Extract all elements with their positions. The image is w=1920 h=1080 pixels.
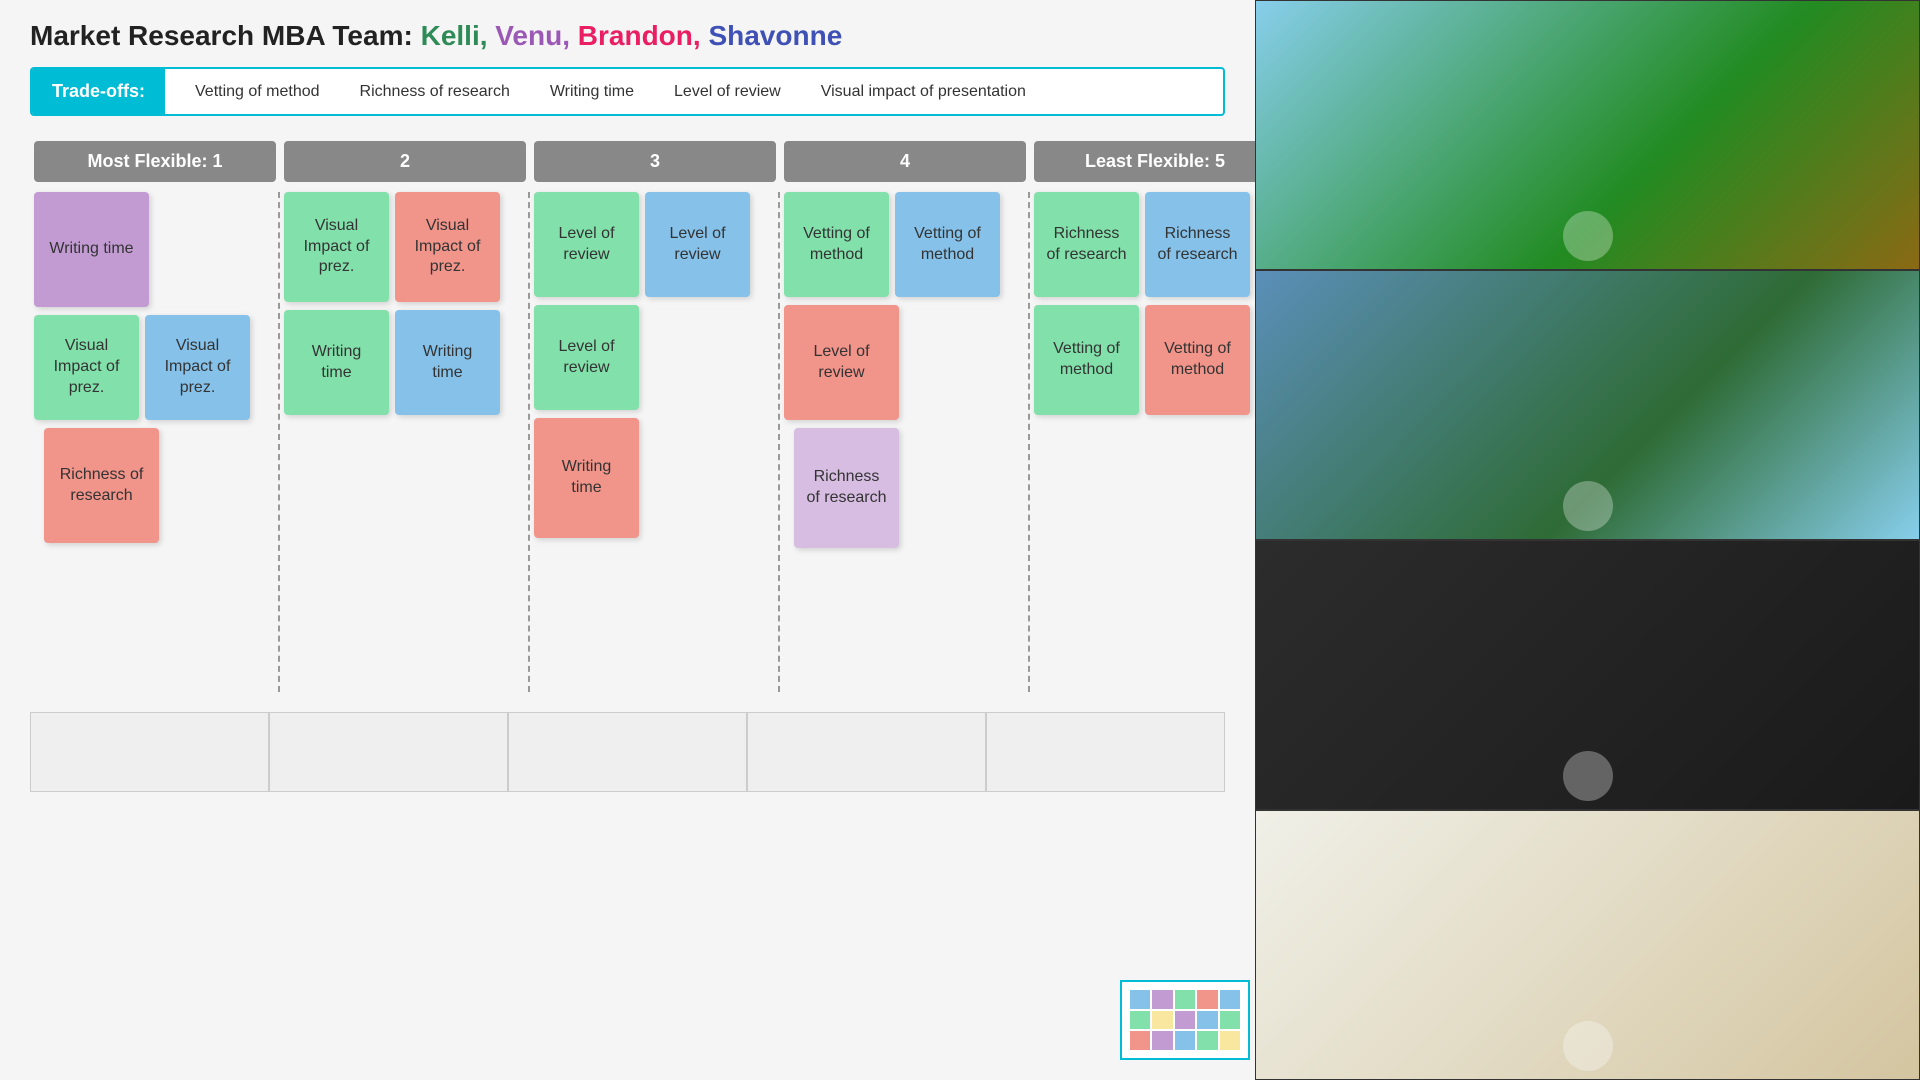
bottom-cell-2	[269, 712, 508, 792]
bottom-cell-1	[30, 712, 269, 792]
tradeoff-item-3: Writing time	[550, 83, 634, 101]
card-richness-col5a: Richness of research	[1034, 192, 1139, 297]
tradeoff-item-1: Vetting of method	[195, 83, 320, 101]
col3-row3: Writing time	[534, 418, 774, 538]
cards-area: Writing time Visual Impact of prez. Visu…	[30, 192, 1225, 692]
video-tile-3	[1255, 540, 1920, 810]
bottom-cell-4	[747, 712, 986, 792]
col-header-1: Most Flexible: 1	[34, 141, 276, 182]
col-header-5: Least Flexible: 5	[1034, 141, 1276, 182]
bottom-cell-3	[508, 712, 747, 792]
slide-thumbnail[interactable]	[1120, 980, 1250, 1060]
col1-row2: Visual Impact of prez. Visual Impact of …	[34, 315, 274, 420]
card-visual-impact-col2a: Visual Impact of prez.	[284, 192, 389, 302]
thumb-cell	[1175, 1011, 1195, 1030]
card-visual-impact-col1a: Visual Impact of prez.	[34, 315, 139, 420]
thumb-cell	[1152, 1011, 1172, 1030]
thumb-cell	[1220, 1011, 1240, 1030]
column-4: Vetting of method Vetting of method Leve…	[780, 192, 1030, 692]
name-brandon: Brandon,	[578, 20, 701, 51]
col5-row1: Richness of research Richness of researc…	[1034, 192, 1276, 297]
col4-row2: Level of review	[784, 305, 1024, 420]
tradeoffs-bar: Trade-offs: Vetting of method Richness o…	[30, 67, 1225, 116]
name-kelli: Kelli,	[421, 20, 488, 51]
bottom-cell-5	[986, 712, 1225, 792]
card-writing-time-col1: Writing time	[34, 192, 149, 307]
card-visual-impact-col1b: Visual Impact of prez.	[145, 315, 250, 420]
card-visual-impact-col2b: Visual Impact of prez.	[395, 192, 500, 302]
col4-row3: Richness of research	[784, 428, 1024, 548]
thumb-cell	[1197, 1011, 1217, 1030]
col2-row1: Visual Impact of prez. Visual Impact of …	[284, 192, 524, 302]
card-writing-time-col2a: Writing time	[284, 310, 389, 415]
page-title: Market Research MBA Team: Kelli, Venu, B…	[30, 20, 1225, 52]
thumbnail-grid	[1130, 990, 1240, 1050]
video-tile-4	[1255, 810, 1920, 1080]
column-5: Richness of research Richness of researc…	[1030, 192, 1280, 692]
column-2: Visual Impact of prez. Visual Impact of …	[280, 192, 530, 692]
tradeoffs-items: Vetting of method Richness of research W…	[165, 71, 1056, 113]
col-header-4: 4	[784, 141, 1026, 182]
card-vetting-col4a: Vetting of method	[784, 192, 889, 297]
person-icon-4	[1563, 1021, 1613, 1071]
card-richness-col4: Richness of research	[794, 428, 899, 548]
video-panel	[1255, 0, 1920, 1080]
title-prefix: Market Research MBA Team:	[30, 20, 413, 51]
card-level-review-col3b: Level of review	[645, 192, 750, 297]
col3-row1: Level of review Level of review	[534, 192, 774, 297]
tradeoff-item-2: Richness of research	[360, 83, 510, 101]
thumb-cell	[1152, 1031, 1172, 1050]
thumb-cell	[1130, 1011, 1150, 1030]
thumb-cell	[1175, 1031, 1195, 1050]
col-header-3: 3	[534, 141, 776, 182]
tradeoff-item-4: Level of review	[674, 83, 781, 101]
person-icon-1	[1563, 211, 1613, 261]
card-writing-time-col3: Writing time	[534, 418, 639, 538]
thumb-cell	[1220, 1031, 1240, 1050]
thumb-cell	[1130, 990, 1150, 1009]
col1-row3: Richness of research	[34, 428, 274, 543]
video-tile-2	[1255, 270, 1920, 540]
thumb-cell	[1130, 1031, 1150, 1050]
col-header-2: 2	[284, 141, 526, 182]
card-level-review-col3c: Level of review	[534, 305, 639, 410]
thumb-cell	[1175, 990, 1195, 1009]
card-vetting-col4b: Vetting of method	[895, 192, 1000, 297]
tradeoffs-label: Trade-offs:	[32, 69, 165, 114]
card-vetting-col5a: Vetting of method	[1034, 305, 1139, 415]
col3-row2: Level of review	[534, 305, 774, 410]
col2-row2: Writing time Writing time	[284, 310, 524, 415]
person-icon-2	[1563, 481, 1613, 531]
card-level-review-col3a: Level of review	[534, 192, 639, 297]
col5-row2: Vetting of method Vetting of method	[1034, 305, 1276, 415]
thumb-cell	[1197, 1031, 1217, 1050]
name-venu: Venu,	[495, 20, 570, 51]
video-tile-1	[1255, 0, 1920, 270]
column-1: Writing time Visual Impact of prez. Visu…	[30, 192, 280, 692]
card-richness-col1: Richness of research	[44, 428, 159, 543]
col1-row1: Writing time	[34, 192, 274, 307]
columns-grid: Most Flexible: 1 2 3 4 Least Flexible: 5	[30, 141, 1225, 182]
person-icon-3	[1563, 751, 1613, 801]
card-writing-time-col2b: Writing time	[395, 310, 500, 415]
bottom-grid	[30, 712, 1225, 792]
card-richness-col5b: Richness of research	[1145, 192, 1250, 297]
thumb-cell	[1152, 990, 1172, 1009]
card-vetting-col5b: Vetting of method	[1145, 305, 1250, 415]
column-3: Level of review Level of review Level of…	[530, 192, 780, 692]
card-level-review-col4: Level of review	[784, 305, 899, 420]
thumb-cell	[1220, 990, 1240, 1009]
thumb-cell	[1197, 990, 1217, 1009]
col4-row1: Vetting of method Vetting of method	[784, 192, 1024, 297]
tradeoff-item-5: Visual impact of presentation	[821, 83, 1026, 101]
name-shavonne: Shavonne	[708, 20, 842, 51]
